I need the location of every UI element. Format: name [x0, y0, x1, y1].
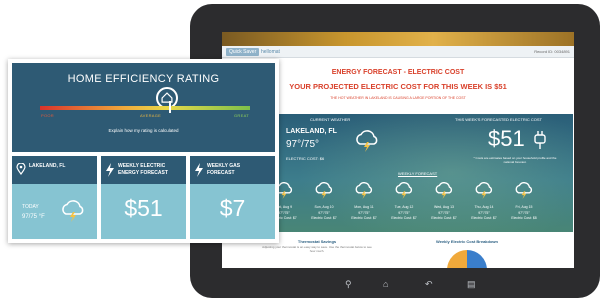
forecast-day-label: Wed, Aug 13 [434, 205, 454, 209]
tile-gas-name-1: WEEKLY GAS [207, 163, 241, 169]
tile-location-name: LAKELAND, FL [29, 163, 66, 169]
current-temp: 97°/75° [286, 139, 320, 150]
location-pin-icon [16, 163, 26, 175]
cloud-lightning-icon [356, 130, 378, 152]
card-title: HOME EFFICIENCY RATING [67, 73, 220, 85]
forecast-day-cost: Electric Cost: $7 [391, 216, 417, 220]
tablet-hardware-buttons: ⚲ ⌂ ↶ ▤ [345, 277, 505, 291]
rating-marker [169, 101, 172, 113]
forecast-day: Fri, Aug 15 97°/75° Electric Cost: $8 [510, 182, 538, 221]
forecast-day-cost: Electric Cost: $7 [311, 216, 337, 220]
forecast-day: Wed, Aug 13 97°/75° Electric Cost: $7 [430, 182, 458, 221]
record-id: Record ID: 0034891 [534, 49, 570, 54]
forecast-day-temp: 97°/75° [398, 210, 410, 215]
forecast-day-cost: Electric Cost: $8 [511, 216, 537, 220]
lightning-icon [106, 163, 114, 177]
rating-bar [40, 106, 250, 110]
tile-electric-name-2: ENERGY FORECAST [118, 170, 168, 176]
weekly-cost-value: $51 [488, 126, 525, 151]
forecast-day: Mon, Aug 11 97°/75° Electric Cost: $7 [350, 182, 378, 221]
tile-location[interactable]: LAKELAND, FL TODAY 97/75 °F [12, 156, 97, 239]
forecast-day-cost: Electric Cost: $7 [351, 216, 377, 220]
gas-forecast-value: $7 [219, 195, 246, 221]
current-electric-cost: ELECTRIC COST: $6 [286, 156, 325, 161]
explain-rating-link[interactable]: Explain how my rating is calculated [12, 128, 275, 133]
forecast-day-temp: 97°/75° [478, 210, 490, 215]
weekly-cost-note: * Costs are estimates based on your hous… [473, 156, 557, 164]
tab-quick-saver[interactable]: Quick Saver [226, 48, 260, 56]
weekly-cost-title: THIS WEEK'S FORECASTED ELECTRIC COST [455, 117, 542, 122]
lightning-icon [195, 163, 203, 177]
tile-electric-forecast[interactable]: WEEKLY ELECTRIC ENERGY FORECAST $51 [101, 156, 186, 239]
rating-label-average: AVERAGE [140, 113, 162, 118]
cloud-lightning-icon [395, 182, 413, 199]
forecast-day-temp: 97°/75° [318, 210, 330, 215]
weekly-forecast-link[interactable]: WEEKLY FORECAST [398, 171, 437, 176]
forecast-day-cost: Electric Cost: $7 [471, 216, 497, 220]
tile-gas-name-2: FORECAST [207, 170, 235, 176]
menu-icon[interactable]: ▤ [467, 279, 476, 290]
home-icon[interactable]: ⌂ [383, 279, 388, 289]
rating-label-great: GREAT [234, 113, 249, 118]
current-location: LAKELAND, FL [286, 128, 337, 135]
breakdown-title: Weekly Electric Cost Breakdown [436, 239, 498, 244]
tile-gas-forecast[interactable]: WEEKLY GAS FORECAST $7 [190, 156, 275, 239]
top-nav: Quick Saver hellomat Record ID: 0034891 [222, 46, 574, 58]
plug-icon [534, 131, 546, 149]
tab-hellomat[interactable]: hellomat [258, 48, 283, 56]
cloud-lightning-icon [475, 182, 493, 199]
current-weather-title: CURRENT WEATHER [310, 117, 351, 122]
today-label: TODAY [22, 204, 39, 210]
today-temp: 97/75 °F [22, 214, 45, 220]
forecast-day: Tue, Aug 12 97°/75° Electric Cost: $7 [390, 182, 418, 221]
forecast-day-cost: Electric Cost: $7 [431, 216, 457, 220]
search-icon[interactable]: ⚲ [345, 279, 352, 290]
marketing-composite: Quick Saver hellomat Record ID: 0034891 … [0, 0, 603, 301]
forecast-day-label: Tue, Aug 12 [394, 205, 414, 209]
forecast-day-label: Fri, Aug 15 [515, 205, 533, 209]
electric-forecast-value: $51 [124, 195, 163, 221]
forecast-day-label: Mon, Aug 11 [354, 205, 374, 209]
cloud-lightning-icon [435, 182, 453, 199]
forecast-day-label: Sun, Aug 10 [314, 205, 334, 209]
back-icon[interactable]: ↶ [425, 279, 433, 290]
cloud-lightning-icon [355, 182, 373, 199]
tile-electric-name-1: WEEKLY ELECTRIC [118, 163, 166, 169]
forecast-day: Sun, Aug 10 97°/75° Electric Cost: $7 [310, 182, 338, 221]
forecast-day-temp: 97°/75° [438, 210, 450, 215]
forecast-day-temp: 97°/75° [518, 210, 530, 215]
cloud-lightning-icon [62, 200, 84, 222]
rating-panel: HOME EFFICIENCY RATING POOR AVERAGE GREA… [12, 63, 275, 152]
forecast-day: Thu, Aug 14 97°/75° Electric Cost: $7 [470, 182, 498, 221]
cloud-lightning-icon [315, 182, 333, 199]
cost-breakdown-pie [447, 250, 487, 268]
header-banner-image [222, 32, 574, 46]
efficiency-card: HOME EFFICIENCY RATING POOR AVERAGE GREA… [8, 59, 279, 243]
forecast-day-label: Thu, Aug 14 [474, 205, 494, 209]
rating-label-poor: POOR [41, 113, 54, 118]
thermostat-text: Adjusting your thermostat is an easy way… [262, 245, 372, 253]
forecast-day-temp: 97°/75° [358, 210, 370, 215]
cloud-lightning-icon [515, 182, 533, 199]
